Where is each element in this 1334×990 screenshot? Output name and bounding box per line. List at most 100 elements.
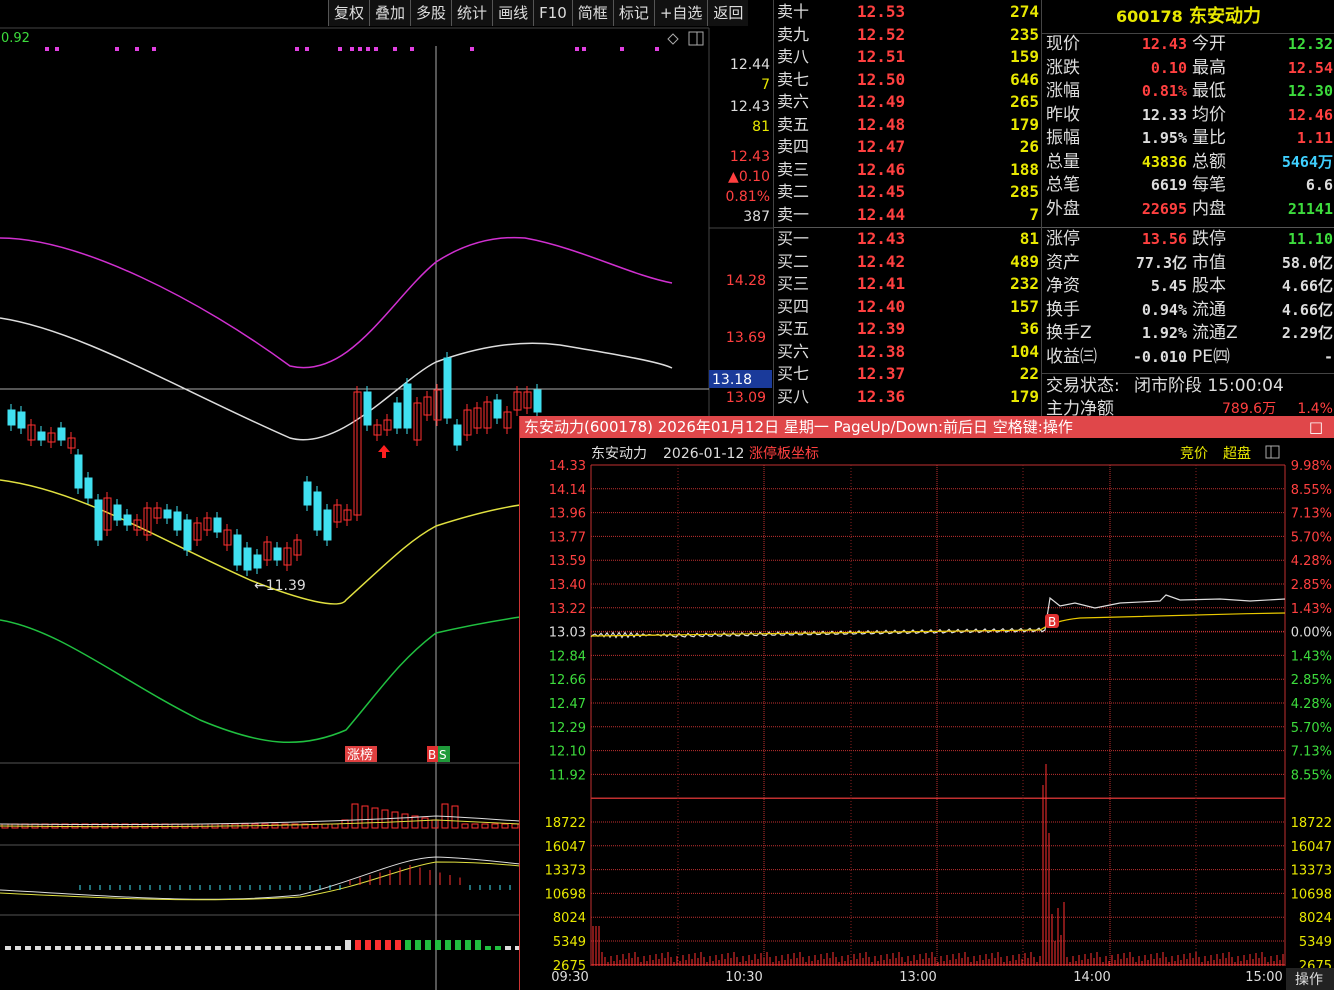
multi-stock-button[interactable]: 多股 [410, 0, 452, 26]
indicator-bar [245, 946, 251, 950]
quote-value: 4.66亿 [1281, 277, 1333, 295]
quote-value: 12.32 [1287, 35, 1333, 53]
quote-value: 0.94% [1141, 300, 1187, 319]
price-tick: 12.10 [549, 745, 586, 760]
ask-row[interactable]: 卖九 12.52 235 [774, 24, 1042, 47]
volume-bar [281, 823, 289, 829]
operate-button[interactable]: 操作 [1286, 968, 1334, 990]
quote-row: 涨跌 0.10 最高 12.54 [1042, 57, 1334, 81]
quote-row: 收益㈢ -0.010 PE㈣ - [1042, 346, 1334, 370]
buy-signal-badge[interactable]: B [427, 746, 438, 762]
ask-row[interactable]: 卖三 12.46 188 [774, 159, 1042, 182]
volume-bar [491, 823, 499, 829]
ask-row[interactable]: 卖四 12.47 26 [774, 136, 1042, 159]
ask-volume: 26 [1019, 137, 1039, 156]
bid-row[interactable]: 买五 12.39 36 [774, 318, 1042, 341]
restore-rights-button[interactable]: 复权 [328, 0, 370, 26]
popup-mode: 涨停板坐标 [749, 445, 819, 462]
diamond-icon[interactable] [667, 33, 679, 45]
pct-tick: 2.85% [1291, 673, 1332, 688]
signal-dot [152, 47, 156, 51]
popup-close-button[interactable]: □ [1309, 416, 1323, 438]
quote-label: 内盘 [1192, 198, 1226, 219]
time-tick: 13:00 [899, 970, 936, 985]
bid-row[interactable]: 买八 12.36 179 [774, 386, 1042, 409]
quote-label: 收益㈢ [1046, 346, 1097, 367]
indicator-bar [415, 940, 421, 950]
sell-signal-badge[interactable]: S [438, 746, 450, 762]
quote-divider [1042, 33, 1334, 34]
bid-row[interactable]: 买四 12.40 157 [774, 296, 1042, 319]
quote-label: 总笔 [1046, 175, 1080, 195]
time-tick: 09:30 [551, 970, 588, 985]
trading-terminal: 0.92 12.44 7 12.43 81 12.43 ▲0.10 0.81% … [0, 0, 1334, 990]
quote-label: 均价 [1192, 104, 1226, 125]
signal-dot [115, 47, 119, 51]
quote-value: 13.56 [1141, 230, 1187, 248]
statistics-button[interactable]: 统计 [451, 0, 493, 26]
bid-label: 买八 [777, 386, 810, 406]
candle-body [243, 547, 252, 571]
quote-panel: 600178 东安动力 现价 12.43 今开 12.32 涨跌 0.10 最高 12.54 涨… [1041, 0, 1334, 420]
quote-label: PE㈣ [1192, 346, 1230, 367]
popup-title-bar[interactable]: 东安动力(600178) 2026年01月12日 星期一 PageUp/Down… [520, 416, 1334, 438]
bid-label: 买六 [777, 341, 810, 361]
indicator-bar [315, 946, 321, 950]
bid-volume: 157 [1010, 296, 1039, 316]
indicator-bar [215, 946, 221, 950]
bid-row[interactable]: 买七 12.37 22 [774, 363, 1042, 386]
price-tick: 13.22 [549, 602, 586, 617]
mark-button[interactable]: 标记 [612, 0, 654, 26]
overlay-button[interactable]: 叠加 [369, 0, 411, 26]
bid-volume: 104 [1010, 341, 1039, 361]
bid-volume: 232 [1010, 274, 1039, 293]
ask-row[interactable]: 卖六 12.49 265 [774, 91, 1042, 114]
bid-row[interactable]: 买二 12.42 489 [774, 251, 1042, 274]
ask-row[interactable]: 卖十 12.53 274 [774, 1, 1042, 24]
bid-row[interactable]: 买三 12.41 232 [774, 273, 1042, 296]
signal-dot [358, 47, 362, 51]
quote-value: 1.92% [1141, 324, 1187, 342]
intraday-chart[interactable]: 14.33 14.14 13.96 13.77 13.59 13.40 13.22 13.03… [520, 438, 1334, 990]
quote-label: 最低 [1192, 81, 1226, 101]
quote-value: 6.6 [1305, 176, 1333, 194]
volume-bar [361, 805, 369, 829]
quote-label: 股本 [1192, 276, 1226, 296]
add-watchlist-button[interactable]: +自选 [653, 0, 708, 26]
bid-row[interactable]: 买一 12.43 81 [774, 228, 1042, 251]
ask-row[interactable]: 卖五 12.48 179 [774, 114, 1042, 137]
ask-row[interactable]: 卖七 12.50 646 [774, 69, 1042, 92]
draw-line-button[interactable]: 画线 [492, 0, 534, 26]
ask-volume: 235 [1010, 24, 1039, 44]
volume-tick: 16047 [545, 840, 586, 855]
back-button[interactable]: 返回 [707, 0, 749, 26]
quote-label: 跌停 [1192, 229, 1226, 249]
quote-label: 流通Z [1192, 323, 1238, 343]
popup-panel-toggle-icon[interactable] [1265, 445, 1280, 459]
ask-row[interactable]: 卖一 12.44 7 [774, 204, 1042, 227]
zhangbang-badge[interactable]: 涨榜 [345, 746, 377, 763]
low-price-marker: ←11.39 [254, 578, 306, 594]
bid-label: 买三 [777, 274, 810, 293]
ask-price: 12.48 [857, 114, 906, 134]
candle-body [303, 481, 312, 506]
price-tick: 13.96 [549, 507, 586, 522]
ask-row[interactable]: 卖八 12.51 159 [774, 46, 1042, 69]
simple-frame-button[interactable]: 简框 [571, 0, 613, 26]
super-tape-button[interactable]: 超盘 [1223, 445, 1251, 462]
indicator-bar [405, 940, 411, 950]
axis-val-8: 387 [743, 209, 770, 225]
quote-value: 5464万 [1281, 152, 1333, 171]
intraday-popup[interactable]: 东安动力(600178) 2026年01月12日 星期一 PageUp/Down… [519, 416, 1334, 990]
panel-toggle-icon[interactable] [688, 31, 704, 46]
bid-auction-button[interactable]: 竞价 [1180, 445, 1208, 462]
buy-arrow-icon [378, 445, 390, 458]
signal-dot [470, 47, 474, 51]
kline-right-axis: 12.44 7 12.43 81 12.43 ▲0.10 0.81% 387 1… [709, 57, 772, 406]
indicator-bar [55, 946, 61, 950]
ask-row[interactable]: 卖二 12.45 285 [774, 181, 1042, 204]
bid-price: 12.36 [857, 386, 906, 406]
price-tick: 13.40 [549, 578, 586, 593]
bid-row[interactable]: 买六 12.38 104 [774, 341, 1042, 364]
f10-button[interactable]: F10 [533, 0, 572, 26]
